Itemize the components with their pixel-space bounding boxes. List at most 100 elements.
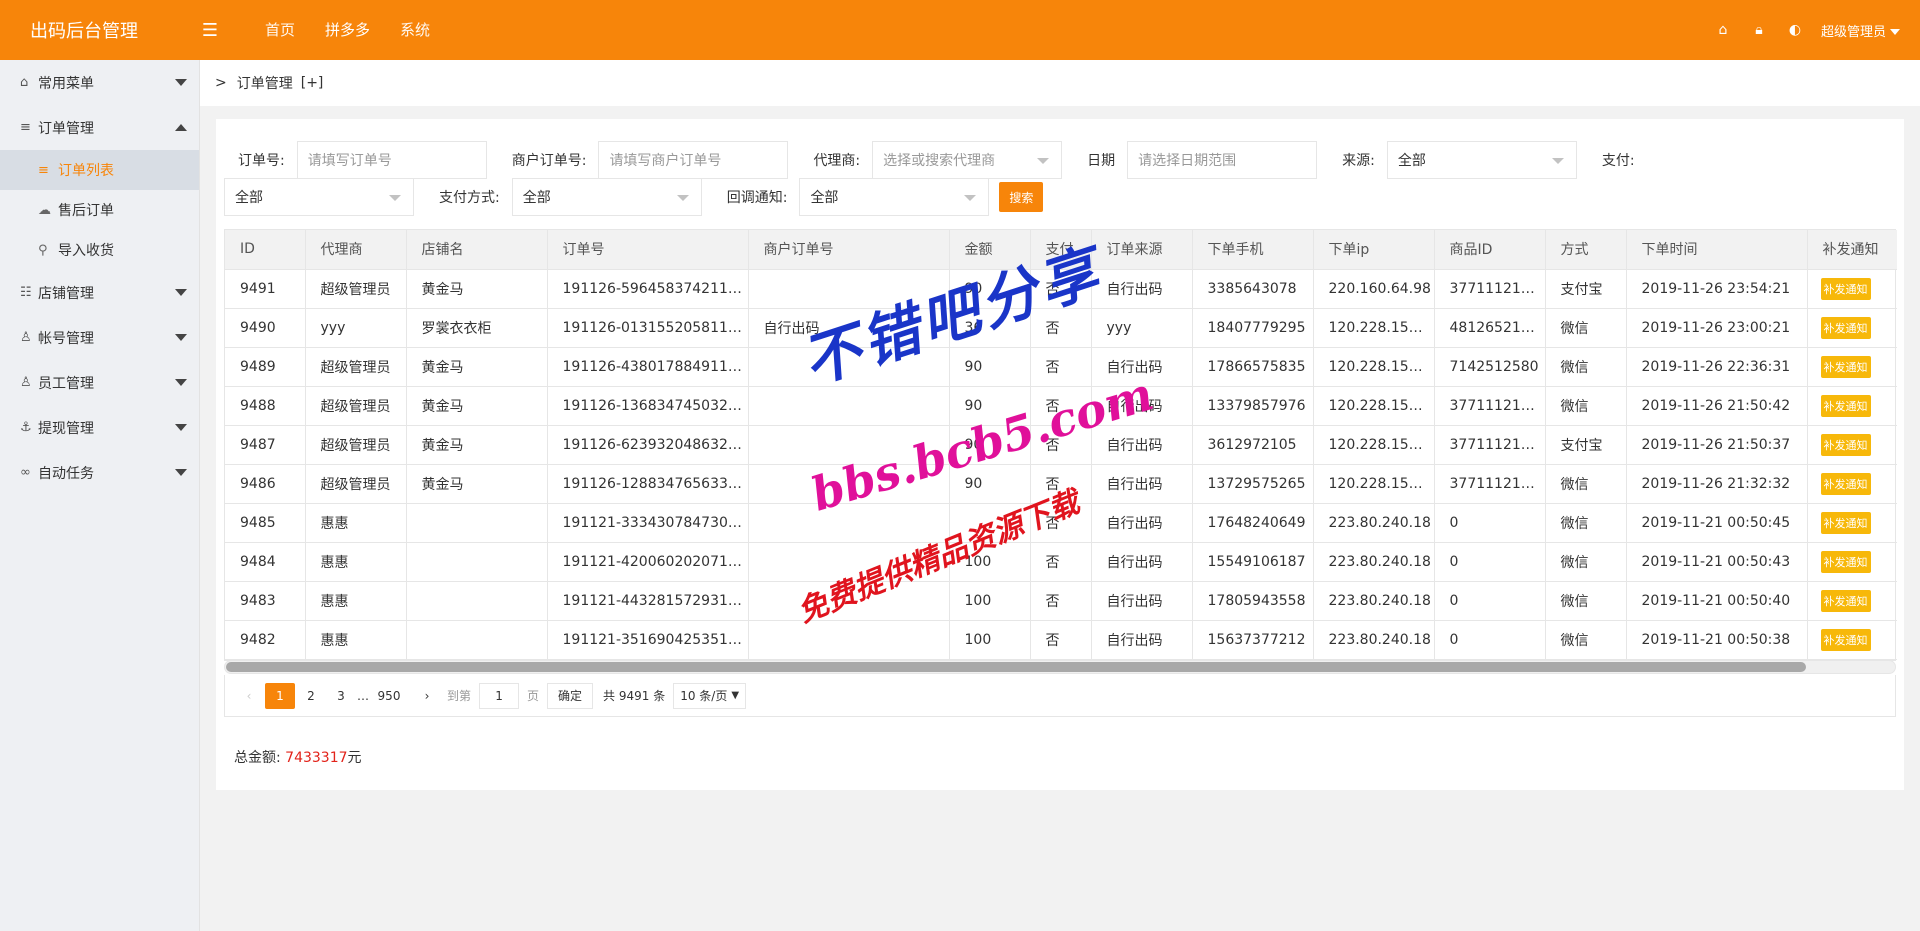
chevron-down-icon	[1037, 158, 1050, 164]
table-cell: 2019-11-26 21:50:37	[1626, 425, 1808, 465]
table-cell: 223.80.240.18	[1313, 581, 1435, 621]
sidebar-item-import-receipt[interactable]: ⚲ 导入收货	[0, 230, 199, 270]
sidebar-item-label: 店铺管理	[38, 285, 94, 302]
horizontal-scrollbar[interactable]	[224, 660, 1896, 674]
chevron-down-icon	[676, 195, 689, 201]
table-cell: 否	[1030, 425, 1092, 465]
agent-select[interactable]: 选择或搜索代理商	[872, 141, 1063, 179]
table-cell: 补发通知	[1807, 542, 1897, 582]
goto-page-input[interactable]: 1	[479, 682, 520, 709]
table-cell: 0	[1434, 503, 1546, 543]
table-cell: 2019-11-26 23:54:21	[1626, 269, 1808, 309]
table-cell: 9482	[225, 620, 306, 660]
goto-confirm-button[interactable]: 确定	[547, 682, 594, 709]
column-header: 商户订单号	[748, 230, 950, 270]
column-header: 下单ip	[1313, 230, 1435, 270]
table-cell: 超级管理员	[305, 386, 407, 426]
table-cell: 自行出码	[1091, 425, 1193, 465]
chevron-down-icon	[1551, 158, 1564, 164]
table-cell: 100	[949, 581, 1031, 621]
pay-method-select[interactable]: 全部	[511, 178, 702, 216]
table-cell: yyy	[1091, 308, 1193, 348]
caret-down-icon: ▼	[731, 690, 740, 701]
chevron-down-icon	[175, 469, 187, 476]
user-menu[interactable]: 超级管理员	[1813, 21, 1900, 40]
resend-notify-button[interactable]: 补发通知	[1820, 277, 1871, 300]
resend-notify-button[interactable]: 补发通知	[1820, 511, 1871, 534]
table-cell: 补发通知	[1807, 386, 1897, 426]
sidebar-item-staff-management[interactable]: ♙ 员工管理	[0, 360, 199, 405]
merchant-order-no-label: 商户订单号:	[511, 153, 587, 169]
lock-icon[interactable]: 🔒︎	[1741, 22, 1777, 38]
resend-notify-button[interactable]: 补发通知	[1820, 355, 1871, 378]
table-cell: 9490	[225, 308, 306, 348]
sidebar-item-shop-management[interactable]: ☷ 店铺管理	[0, 270, 199, 315]
page-1-button[interactable]: 1	[265, 682, 295, 709]
page-2-button[interactable]: 2	[297, 683, 325, 709]
table-cell: 支付宝	[1545, 425, 1627, 465]
callback-select[interactable]: 全部	[799, 178, 990, 216]
cloud-icon: ☁	[38, 202, 51, 218]
table-cell: 13729575265	[1192, 464, 1314, 504]
resend-notify-button[interactable]: 补发通知	[1820, 628, 1871, 651]
page-size-select[interactable]: 10 条/页 ▼	[673, 682, 747, 709]
search-button[interactable]: 搜索	[999, 182, 1044, 212]
table-cell: 补发通知	[1807, 347, 1897, 387]
breadcrumb-expand[interactable]: [+]	[301, 75, 324, 91]
pay-select[interactable]: 全部	[224, 178, 414, 216]
table-row: 9483 惠惠 191121-443281572931367 100 否自行出码 1780…	[225, 581, 1897, 621]
home-icon[interactable]: ⌂	[1705, 22, 1741, 38]
nav-system[interactable]: 系统	[385, 0, 445, 60]
table-cell: 191126-013155205811985	[547, 308, 749, 348]
last-page-button[interactable]: 950	[371, 683, 407, 709]
sidebar-item-order-management[interactable]: ≡ 订单管理	[0, 105, 199, 150]
page-3-button[interactable]: 3	[327, 683, 355, 709]
resend-notify-button[interactable]: 补发通知	[1820, 589, 1871, 612]
table-cell: 9484	[225, 542, 306, 582]
table-cell: 17648240649	[1192, 503, 1314, 543]
prev-page-button[interactable]: ‹	[235, 683, 263, 709]
table-cell: 9489	[225, 347, 306, 387]
table-cell: 微信	[1545, 464, 1627, 504]
sidebar-item-auto-task[interactable]: ∞ 自动任务	[0, 450, 199, 495]
table-cell: 自行出码	[1091, 620, 1193, 660]
palette-icon[interactable]: ◐	[1777, 22, 1813, 38]
total-count: 共 9491 条	[603, 689, 666, 703]
table-cell: 3385643078	[1192, 269, 1314, 309]
scrollbar-thumb[interactable]	[226, 662, 1806, 672]
table-cell: 惠惠	[305, 620, 407, 660]
date-range-input[interactable]: 请选择日期范围	[1127, 141, 1318, 179]
sidebar-item-withdraw-management[interactable]: ⚓ 提现管理	[0, 405, 199, 450]
breadcrumb-title[interactable]: 订单管理	[237, 73, 293, 93]
resend-notify-button[interactable]: 补发通知	[1820, 394, 1871, 417]
sidebar-item-order-list[interactable]: ≡ 订单列表	[0, 150, 199, 190]
merchant-order-no-input[interactable]: 请填写商户订单号	[598, 141, 789, 179]
menu-toggle-icon[interactable]: ☰	[190, 20, 230, 41]
next-page-button[interactable]: ›	[413, 683, 441, 709]
sidebar-item-common-menu[interactable]: ⌂ 常用菜单	[0, 60, 199, 105]
resend-notify-button[interactable]: 补发通知	[1820, 316, 1871, 339]
user-name: 超级管理员	[1820, 24, 1886, 40]
resend-notify-button[interactable]: 补发通知	[1820, 433, 1871, 456]
sidebar-item-label: 自动任务	[38, 465, 94, 482]
table-cell	[949, 503, 1031, 543]
table-cell: 微信	[1545, 386, 1627, 426]
table-cell: 223.80.240.18	[1313, 620, 1435, 660]
table-cell: 0	[1434, 620, 1546, 660]
nav-home[interactable]: 首页	[250, 0, 310, 60]
sidebar-item-after-sales[interactable]: ☁ 售后订单	[0, 190, 199, 230]
sidebar-item-account-management[interactable]: ♙ 帐号管理	[0, 315, 199, 360]
resend-notify-button[interactable]: 补发通知	[1820, 472, 1871, 495]
table-cell: 120.228.15…	[1313, 386, 1435, 426]
source-select[interactable]: 全部	[1386, 141, 1577, 179]
table-cell: 否	[1030, 542, 1092, 582]
goto-label: 到第	[447, 689, 472, 703]
order-no-input[interactable]: 请填写订单号	[296, 141, 487, 179]
resend-notify-button[interactable]: 补发通知	[1820, 550, 1871, 573]
chevron-up-icon	[175, 124, 187, 131]
nav-pinduoduo[interactable]: 拼多多	[310, 0, 385, 60]
table-cell: 223.80.240.18	[1313, 503, 1435, 543]
table-cell: 15549106187	[1192, 542, 1314, 582]
table-cell: 补发通知	[1807, 464, 1897, 504]
table-cell	[406, 503, 548, 543]
